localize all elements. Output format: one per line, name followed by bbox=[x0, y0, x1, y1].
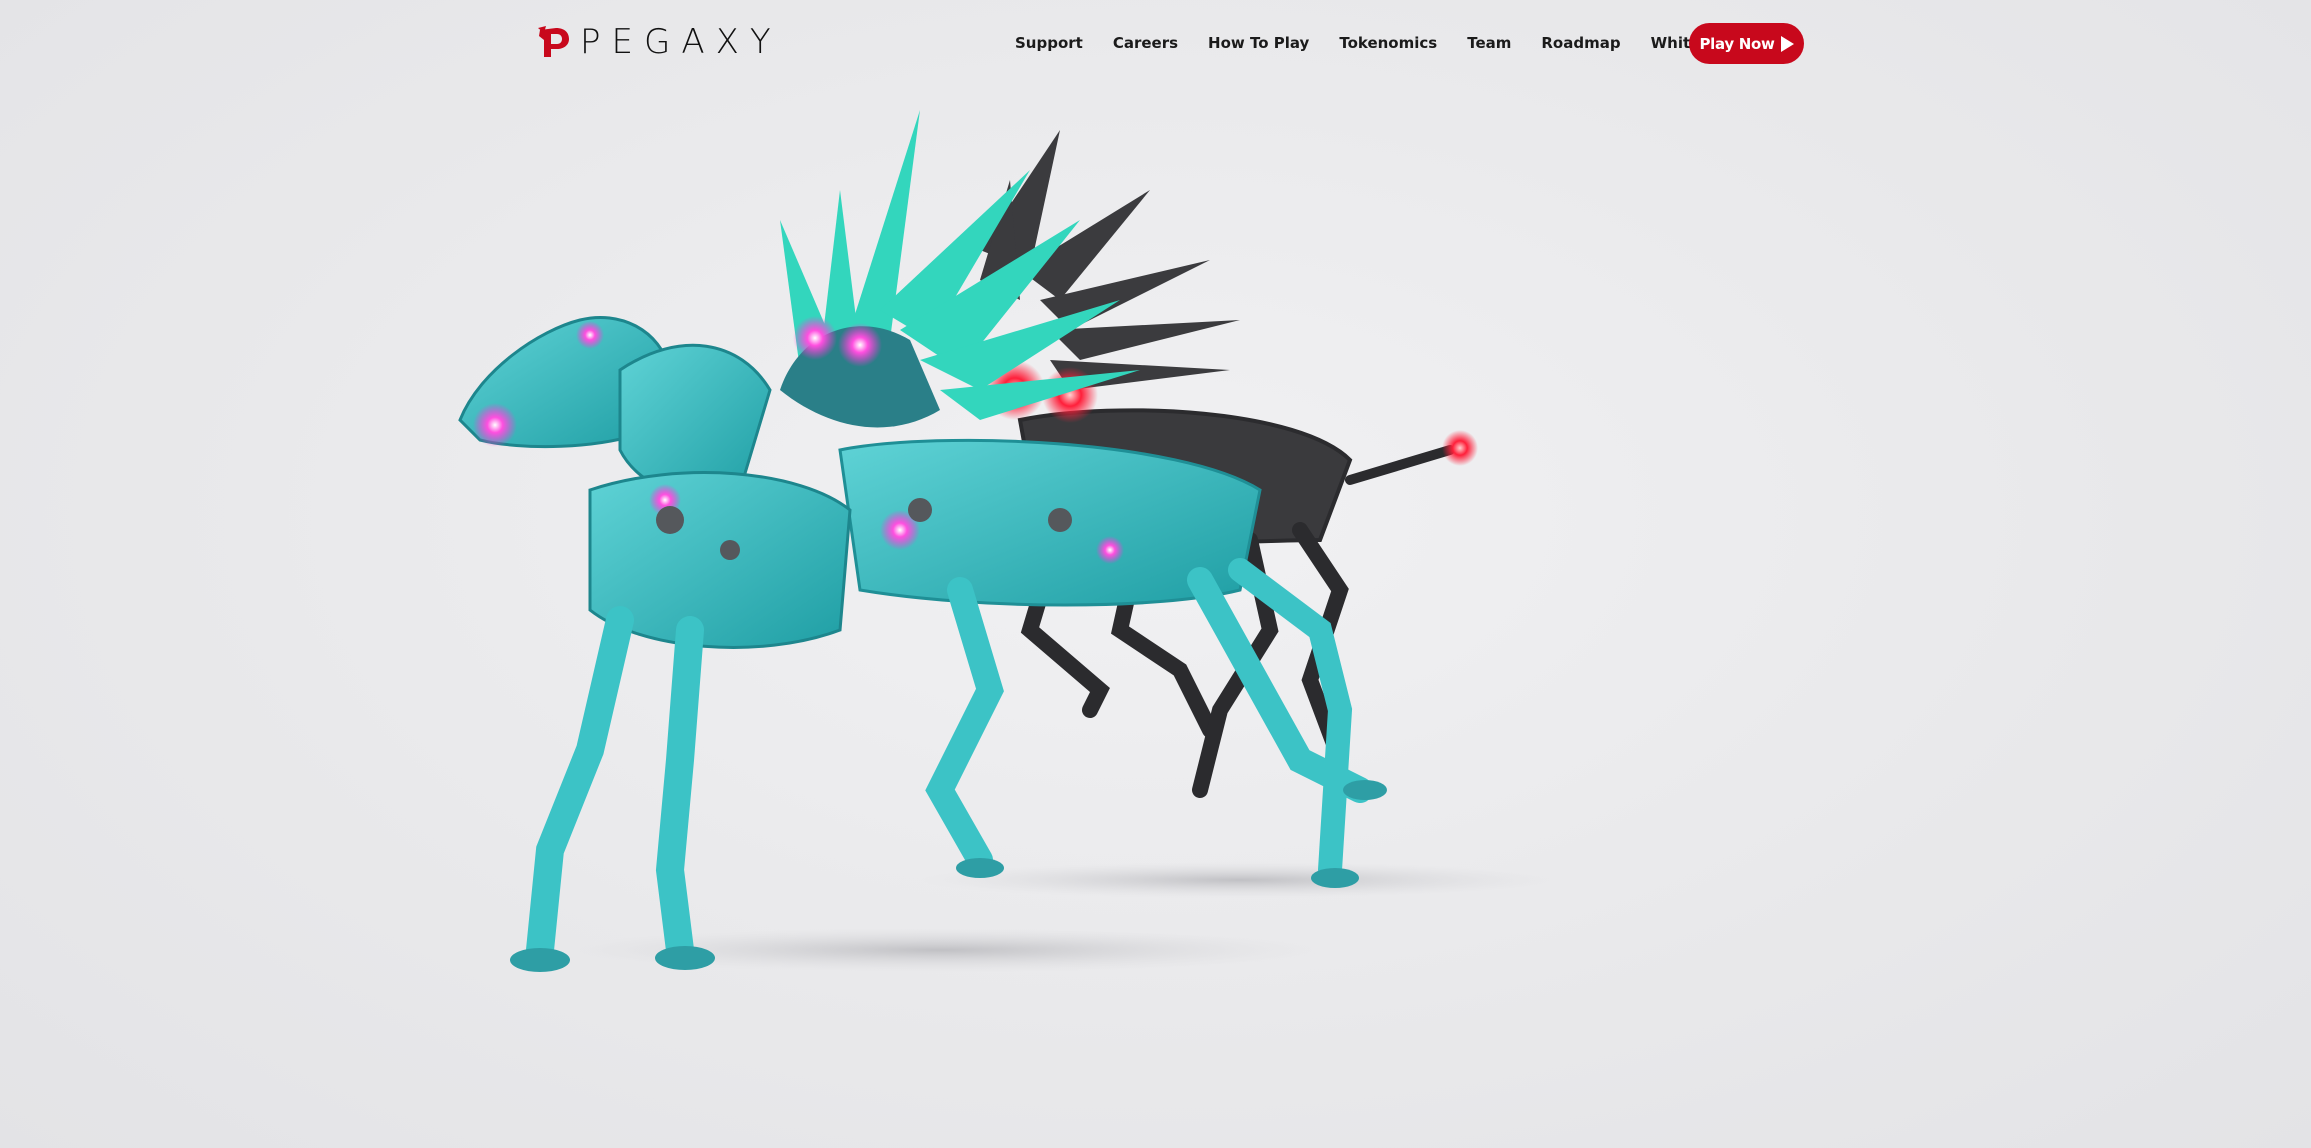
brand-name: PEGAXY bbox=[580, 22, 782, 62]
nav-link-support[interactable]: Support bbox=[1015, 34, 1083, 52]
nav-link-roadmap[interactable]: Roadmap bbox=[1541, 34, 1620, 52]
hero-pegasus-image bbox=[420, 70, 1660, 1050]
nav-link-how-to-play[interactable]: How To Play bbox=[1208, 34, 1309, 52]
play-now-label: Play Now bbox=[1699, 34, 1775, 53]
nav-link-careers[interactable]: Careers bbox=[1113, 34, 1178, 52]
pegasus-head-logo-icon bbox=[538, 26, 569, 57]
pegaxy-logo[interactable]: PEGAXY bbox=[536, 22, 782, 62]
play-now-button[interactable]: Play Now bbox=[1689, 23, 1804, 64]
robotic-pegasus-illustration bbox=[458, 110, 1560, 972]
play-icon bbox=[1780, 35, 1794, 52]
page: PEGAXY Support Careers How To Play Token… bbox=[0, 0, 2311, 1148]
nav-links: Support Careers How To Play Tokenomics T… bbox=[1000, 23, 1755, 63]
nav-link-tokenomics[interactable]: Tokenomics bbox=[1339, 34, 1437, 52]
nav-link-team[interactable]: Team bbox=[1467, 34, 1511, 52]
